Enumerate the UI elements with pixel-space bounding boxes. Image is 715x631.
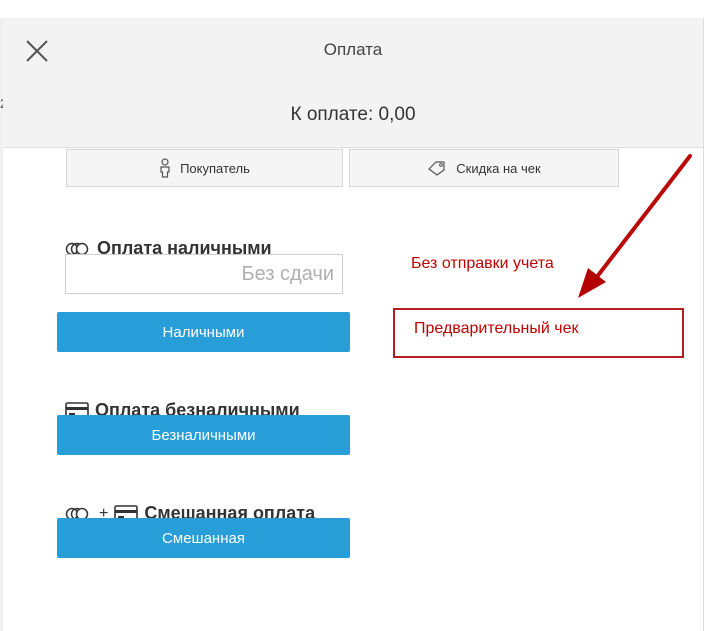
customer-button[interactable]: Покупатель xyxy=(66,149,343,187)
card-pay-button[interactable]: Безналичными xyxy=(57,415,350,455)
card-pay-button-label: Безналичными xyxy=(151,426,256,444)
annotation-box-label: Предварительный чек xyxy=(414,320,579,337)
cash-amount-input[interactable] xyxy=(65,254,343,294)
discount-button-label: Скидка на чек xyxy=(456,160,541,176)
cash-pay-button-label: Наличными xyxy=(162,323,245,341)
annotation-note: Без отправки учета xyxy=(411,255,554,272)
cash-pay-button[interactable]: Наличными xyxy=(57,312,350,352)
dialog-header: Оплата К оплате: 0,00 xyxy=(3,18,703,148)
scrollbar-track[interactable] xyxy=(703,18,715,631)
backdrop-strip xyxy=(0,0,715,18)
mixed-pay-button[interactable]: Смешанная xyxy=(57,518,350,558)
mixed-pay-button-label: Смешанная xyxy=(162,529,245,547)
discount-button[interactable]: Скидка на чек xyxy=(349,149,619,187)
tag-icon xyxy=(427,160,447,176)
dialog-title: Оплата xyxy=(323,40,383,59)
customer-button-label: Покупатель xyxy=(180,160,250,176)
amount-due: К оплате: 0,00 xyxy=(290,104,416,125)
person-icon xyxy=(159,158,171,178)
